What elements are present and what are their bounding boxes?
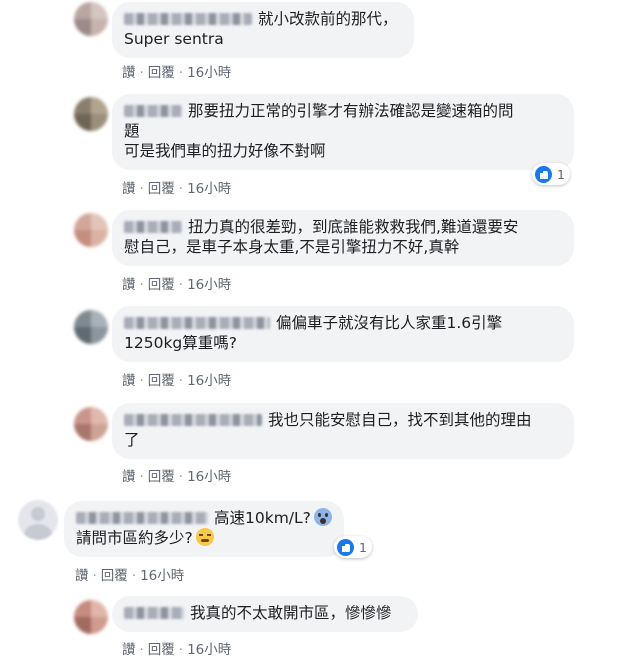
like-link[interactable]: 讚 <box>122 373 136 389</box>
like-link[interactable]: 讚 <box>122 469 136 485</box>
comment-text-line: 我也只能安慰自己，找不到其他的理由 <box>268 411 532 429</box>
comment-text-line: 請問市區約多少? <box>76 529 193 547</box>
reaction-count[interactable]: 1 <box>532 163 570 185</box>
separator: · <box>178 373 184 389</box>
commenter-name[interactable] <box>76 512 208 524</box>
commenter-name[interactable] <box>124 105 182 117</box>
separator: · <box>178 181 184 197</box>
like-link[interactable]: 讚 <box>122 277 136 293</box>
separator: · <box>92 568 97 584</box>
reply-link[interactable]: 回覆 <box>148 373 175 389</box>
comment-text-line: 偏偏車子就沒有比人家重1.6引擎 <box>276 314 503 332</box>
comment-actions: 讚 · 回覆 · 16小時 <box>122 369 231 389</box>
reply-link[interactable]: 回覆 <box>148 642 175 658</box>
comment-text-line: 就小改款前的那代， <box>258 10 398 28</box>
like-link[interactable]: 讚 <box>75 568 89 584</box>
separator: · <box>139 373 144 389</box>
avatar[interactable] <box>74 97 108 131</box>
like-link[interactable]: 讚 <box>122 642 136 658</box>
separator: · <box>178 65 184 81</box>
comment-text-line: 那要扭力正常的引擎才有辦法確認是變速箱的問 <box>188 102 514 120</box>
tired-face-icon <box>195 528 214 546</box>
timestamp[interactable]: 16小時 <box>187 65 231 81</box>
avatar[interactable] <box>74 310 108 344</box>
avatar[interactable] <box>74 600 108 634</box>
like-icon <box>337 538 354 556</box>
like-icon <box>535 165 552 183</box>
avatar[interactable] <box>74 2 108 36</box>
comment-bubble: 我真的不太敢開市區，慘慘慘 <box>112 596 418 632</box>
comment-text-line: 可是我們車的扭力好像不對啊 <box>124 142 326 160</box>
timestamp[interactable]: 16小時 <box>187 469 231 485</box>
separator: · <box>139 469 144 485</box>
comment-text-line: 1250kg算重嗎? <box>124 334 237 352</box>
avatar[interactable] <box>74 407 108 441</box>
comment-bubble: 我也只能安慰自己，找不到其他的理由 了 <box>112 403 574 459</box>
comment-text-line: 高速10km/L? <box>214 509 311 527</box>
separator: · <box>178 277 184 293</box>
reply-link[interactable]: 回覆 <box>101 568 128 584</box>
separator: · <box>131 568 137 584</box>
default-avatar-icon[interactable] <box>18 500 58 540</box>
commenter-name[interactable] <box>124 221 182 233</box>
comment-actions: 讚 · 回覆 · 16小時 <box>75 564 184 584</box>
reaction-number: 1 <box>557 166 565 182</box>
reply-link[interactable]: 回覆 <box>148 181 175 197</box>
reply-link[interactable]: 回覆 <box>148 469 175 485</box>
timestamp[interactable]: 16小時 <box>140 568 184 584</box>
like-link[interactable]: 讚 <box>122 181 136 197</box>
comment-actions: 讚 · 回覆 · 16小時 <box>122 465 231 485</box>
like-link[interactable]: 讚 <box>122 65 136 81</box>
timestamp[interactable]: 16小時 <box>187 373 231 389</box>
comment-text-line: 了 <box>124 431 140 449</box>
separator: · <box>139 642 144 658</box>
comment-bubble: 高速10km/L? 請問市區約多少? <box>64 501 344 557</box>
comment-text-line: 我真的不太敢開市區，慘慘慘 <box>190 604 392 622</box>
comment-text-line: Super sentra <box>124 30 224 48</box>
commenter-name[interactable] <box>124 13 252 25</box>
comment-actions: 讚 · 回覆 · 16小時 <box>122 177 231 197</box>
separator: · <box>139 277 144 293</box>
comment-bubble: 扭力真的很差勁，到底誰能救救我們,難道還要安 慰自己，是車子本身太重,不是引擎扭… <box>112 210 574 266</box>
comment-text-line: 題 <box>124 122 140 140</box>
comment-actions: 讚 · 回覆 · 16小時 <box>122 61 231 81</box>
comment-actions: 讚 · 回覆 · 16小時 <box>122 273 231 293</box>
timestamp[interactable]: 16小時 <box>187 277 231 293</box>
separator: · <box>178 469 184 485</box>
commenter-name[interactable] <box>124 607 184 619</box>
comment-text-line: 扭力真的很差勁，到底誰能救救我們,難道還要安 <box>188 218 519 236</box>
reply-link[interactable]: 回覆 <box>148 277 175 293</box>
screaming-face-icon <box>313 508 332 526</box>
separator: · <box>139 181 144 197</box>
avatar[interactable] <box>74 213 108 247</box>
comment-text-line: 慰自己，是車子本身太重,不是引擎扭力不好,真幹 <box>124 238 460 256</box>
commenter-name[interactable] <box>124 414 262 426</box>
comment-bubble: 那要扭力正常的引擎才有辦法確認是變速箱的問 題 可是我們車的扭力好像不對啊 <box>112 94 574 170</box>
reply-link[interactable]: 回覆 <box>148 65 175 81</box>
reaction-count[interactable]: 1 <box>334 536 372 558</box>
separator: · <box>178 642 184 658</box>
comment-actions: 讚 · 回覆 · 16小時 <box>122 638 231 658</box>
separator: · <box>139 65 144 81</box>
timestamp[interactable]: 16小時 <box>187 181 231 197</box>
comment-bubble: 偏偏車子就沒有比人家重1.6引擎 1250kg算重嗎? <box>112 306 574 362</box>
reaction-number: 1 <box>359 539 367 555</box>
commenter-name[interactable] <box>124 317 270 329</box>
comment-bubble: 就小改款前的那代， Super sentra <box>112 2 414 58</box>
timestamp[interactable]: 16小時 <box>187 642 231 658</box>
